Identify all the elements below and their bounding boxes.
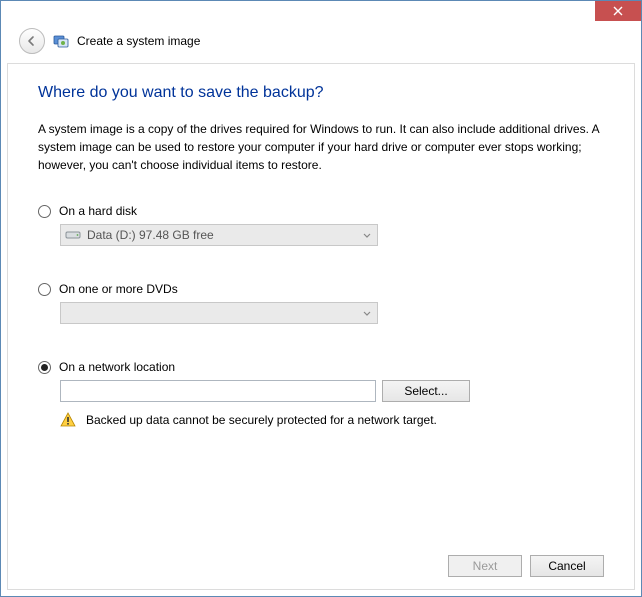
window-title: Create a system image — [77, 34, 200, 48]
hard-drive-icon — [65, 228, 81, 242]
select-button[interactable]: Select... — [382, 380, 470, 402]
network-warning-text: Backed up data cannot be securely protec… — [86, 413, 437, 427]
hard-disk-selected: Data (D:) 97.48 GB free — [87, 228, 214, 242]
close-icon — [613, 6, 623, 16]
radio-row-network[interactable]: On a network location — [38, 360, 604, 374]
header: Create a system image — [1, 25, 641, 57]
system-image-icon — [53, 33, 69, 49]
radio-label-hard-disk: On a hard disk — [59, 204, 137, 218]
close-button[interactable] — [595, 1, 641, 21]
wizard-window: Create a system image Where do you want … — [0, 0, 642, 597]
content-panel: Where do you want to save the backup? A … — [7, 63, 635, 590]
back-arrow-icon — [26, 35, 38, 47]
radio-dvds[interactable] — [38, 283, 51, 296]
network-path-input[interactable] — [60, 380, 376, 402]
hard-disk-combo[interactable]: Data (D:) 97.48 GB free — [60, 224, 378, 246]
content-outer: Where do you want to save the backup? A … — [1, 57, 641, 596]
radio-row-hard-disk[interactable]: On a hard disk — [38, 204, 604, 218]
radio-label-dvds: On one or more DVDs — [59, 282, 178, 296]
radio-label-network: On a network location — [59, 360, 175, 374]
chevron-down-icon — [363, 306, 371, 320]
network-row: Select... — [60, 380, 604, 402]
radio-row-dvds[interactable]: On one or more DVDs — [38, 282, 604, 296]
radio-hard-disk[interactable] — [38, 205, 51, 218]
option-hard-disk: On a hard disk Data (D:) 97.48 GB free — [38, 204, 604, 246]
back-button[interactable] — [19, 28, 45, 54]
page-description: A system image is a copy of the drives r… — [38, 120, 604, 174]
chevron-down-icon — [363, 228, 371, 242]
wizard-footer: Next Cancel — [38, 545, 604, 577]
network-warning-row: Backed up data cannot be securely protec… — [60, 412, 604, 428]
option-dvds: On one or more DVDs — [38, 282, 604, 324]
warning-icon — [60, 412, 76, 428]
radio-network[interactable] — [38, 361, 51, 374]
page-heading: Where do you want to save the backup? — [38, 84, 604, 102]
title-bar — [1, 1, 641, 25]
cancel-button[interactable]: Cancel — [530, 555, 604, 577]
next-button[interactable]: Next — [448, 555, 522, 577]
dvd-combo[interactable] — [60, 302, 378, 324]
option-network: On a network location Select... Backed u — [38, 360, 604, 428]
